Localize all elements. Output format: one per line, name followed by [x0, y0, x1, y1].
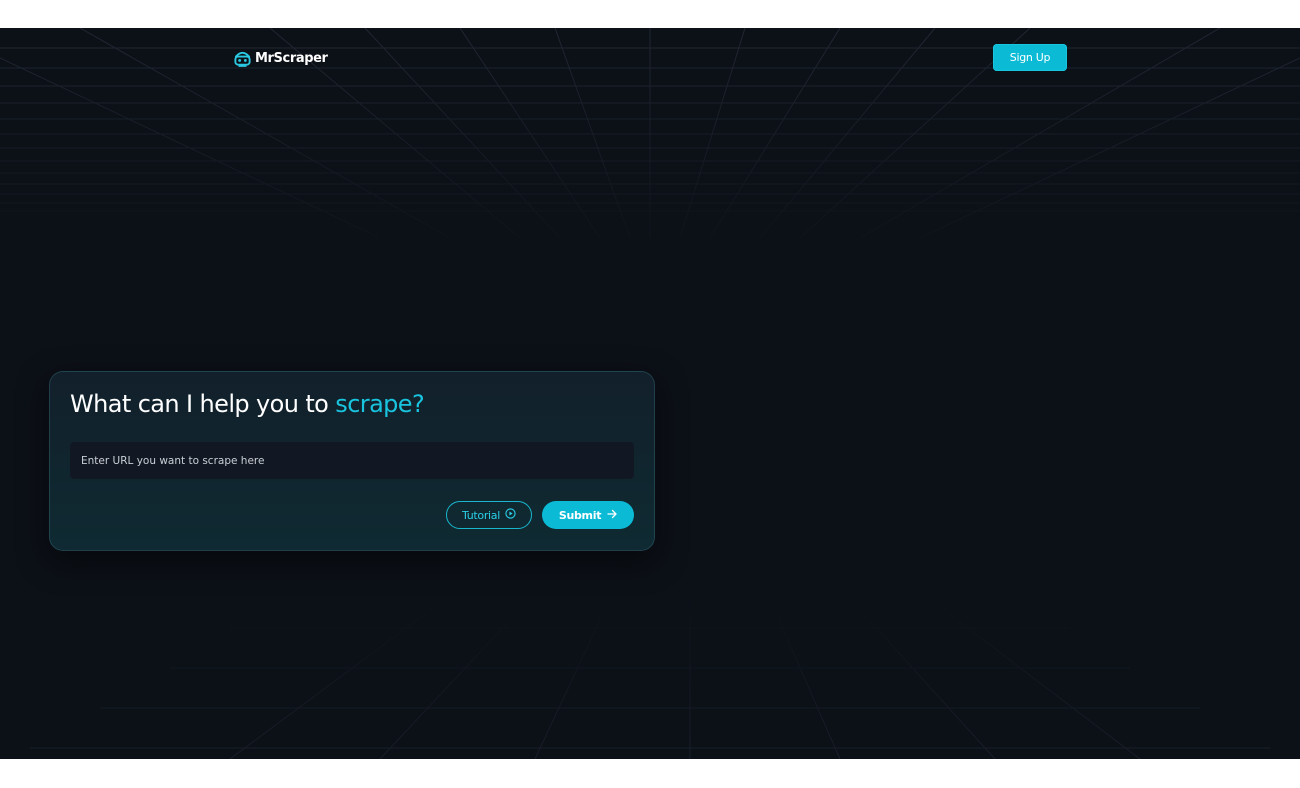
- sign-up-button[interactable]: Sign Up: [993, 44, 1067, 71]
- perspective-grid-bottom: [30, 588, 1270, 759]
- app-viewport: MrScraper Sign Up What can I help you to…: [0, 28, 1300, 759]
- play-circle-icon: [505, 508, 516, 522]
- url-input[interactable]: [70, 442, 634, 479]
- headline: What can I help you to scrape?: [70, 390, 425, 418]
- logo[interactable]: MrScraper: [233, 48, 328, 68]
- arrow-right-icon: [607, 509, 617, 522]
- headline-accent: scrape?: [335, 390, 425, 418]
- scrape-card: What can I help you to scrape? Tutorial …: [49, 371, 655, 551]
- headline-prefix: What can I help you to: [70, 390, 336, 418]
- tutorial-button[interactable]: Tutorial: [446, 501, 532, 529]
- perspective-grid-top: [0, 28, 1300, 239]
- submit-label: Submit: [558, 508, 602, 522]
- submit-button[interactable]: Submit: [542, 501, 634, 529]
- tutorial-label: Tutorial: [461, 508, 501, 522]
- scraper-face-icon: [233, 49, 252, 68]
- logo-text: MrScraper: [255, 50, 328, 66]
